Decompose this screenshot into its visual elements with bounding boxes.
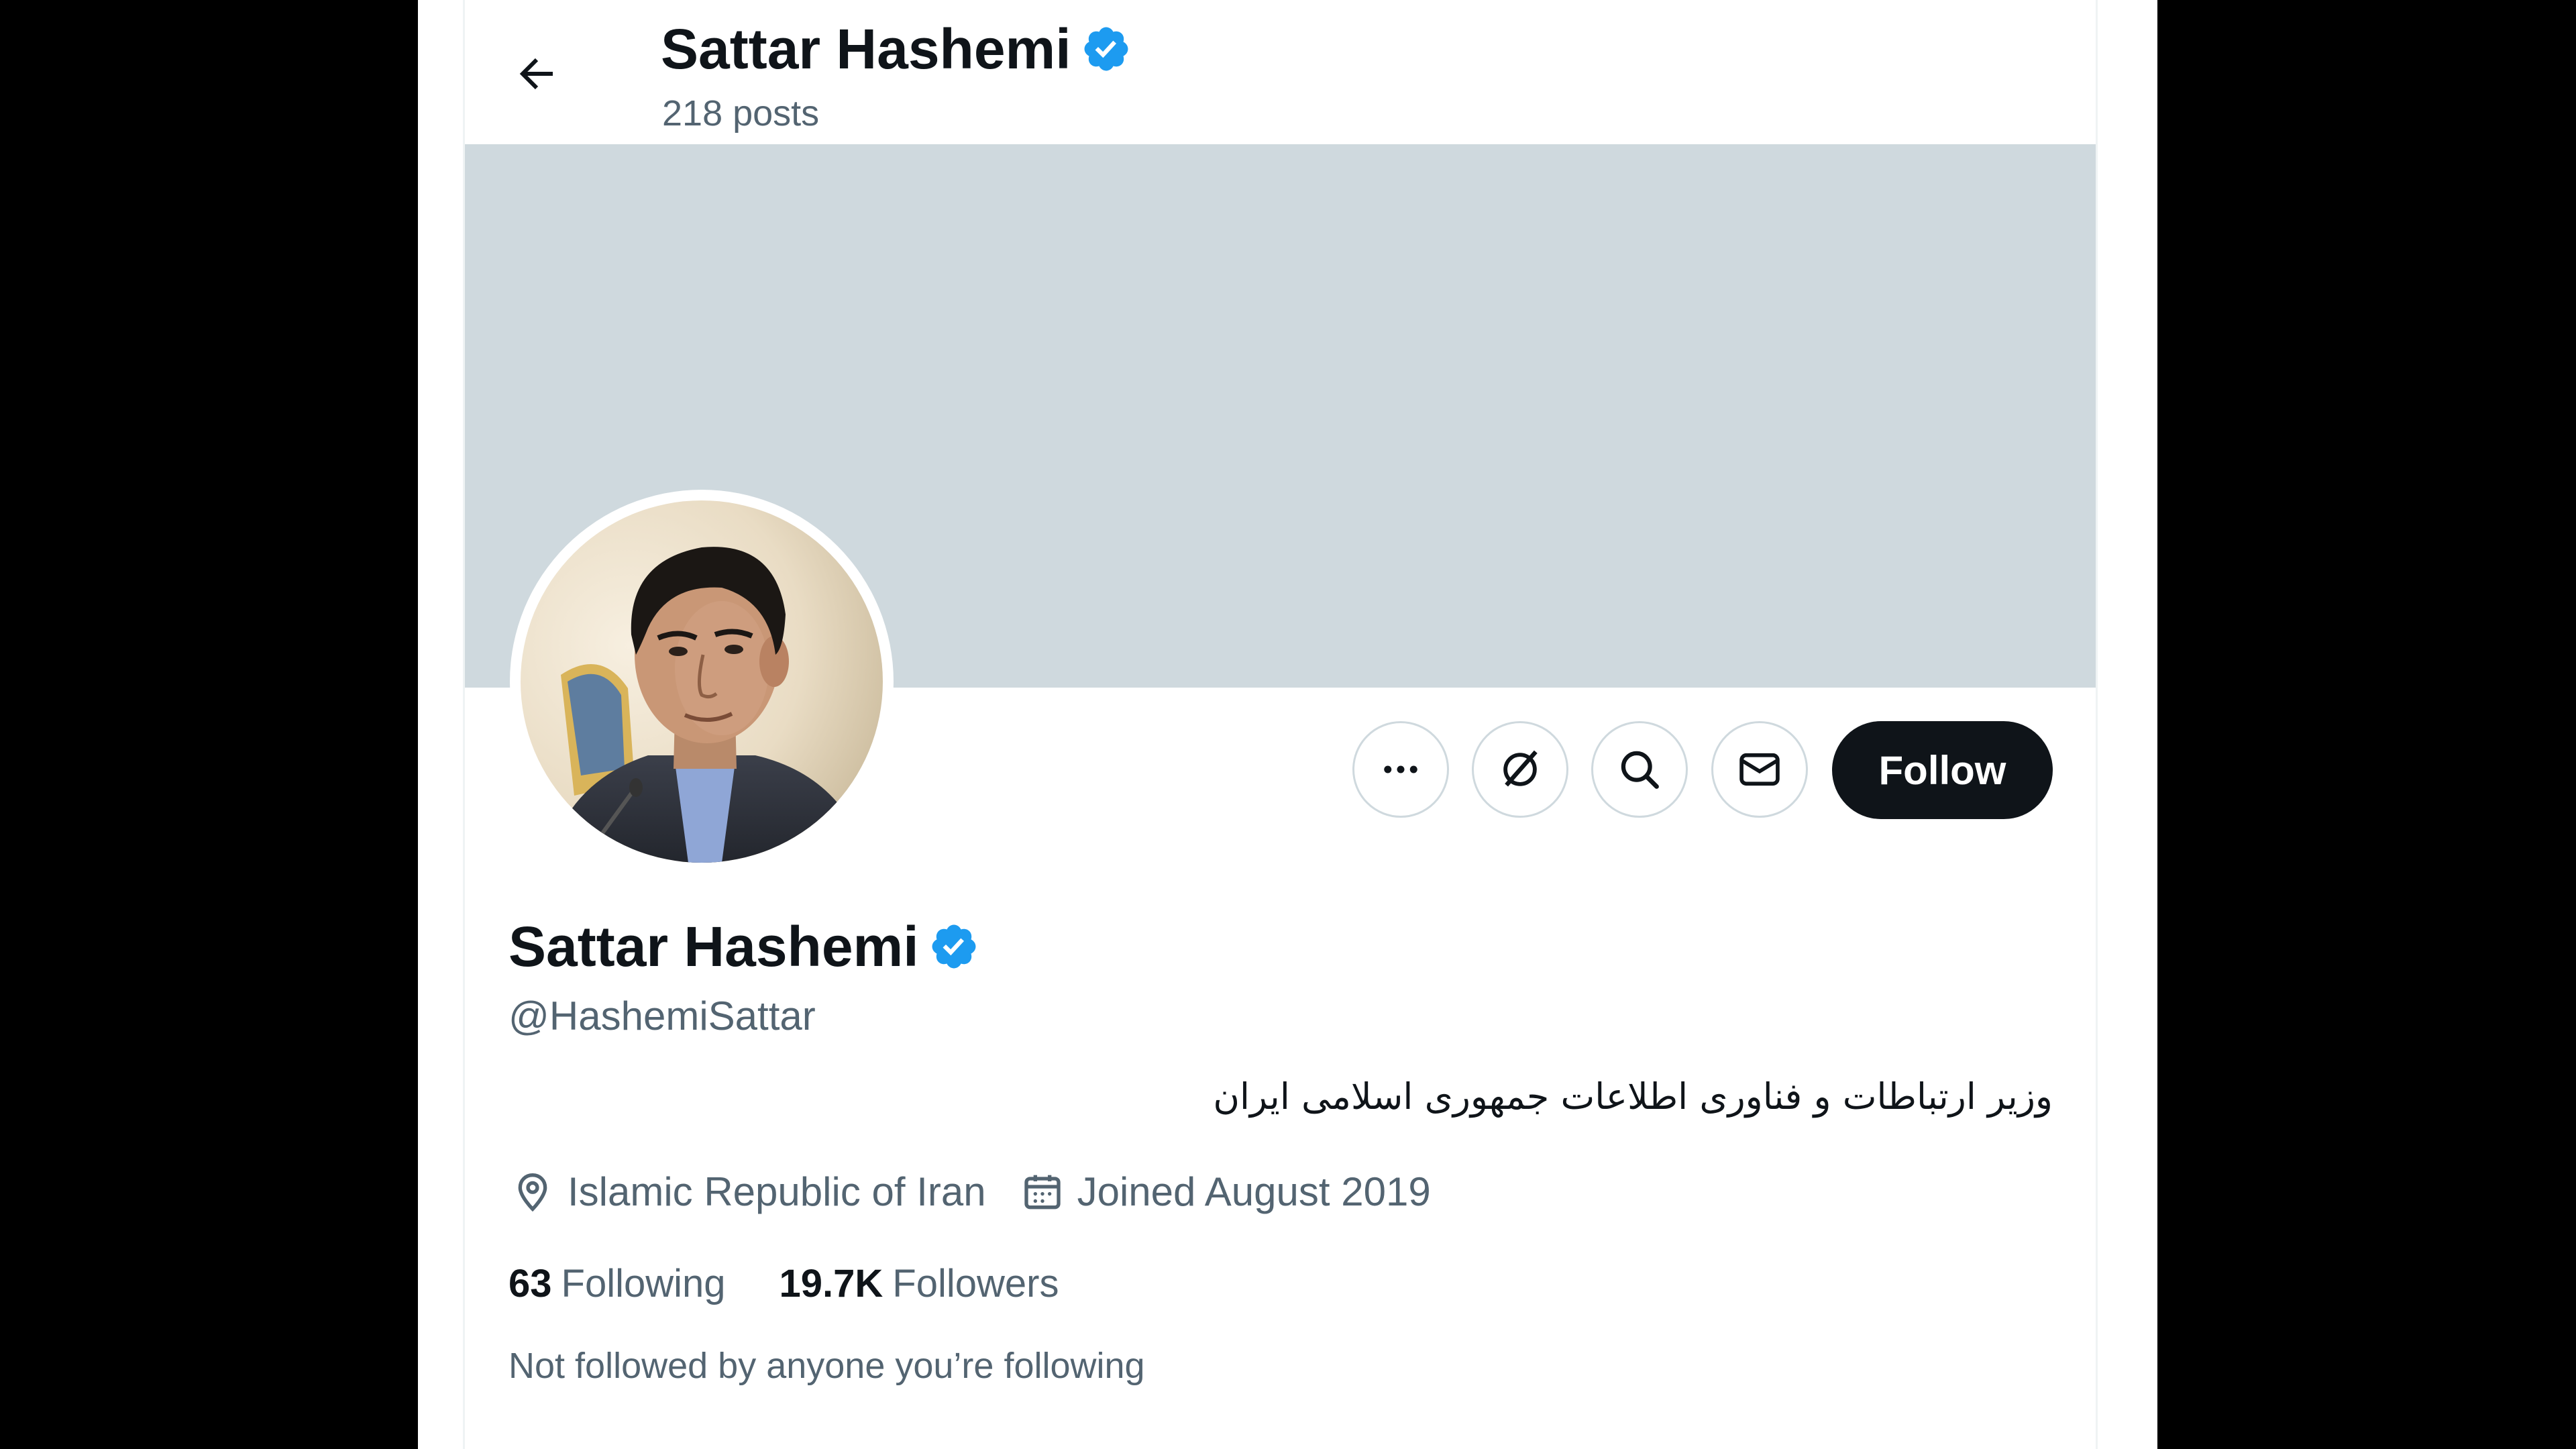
more-button[interactable] xyxy=(1352,721,1449,818)
profile-location: Islamic Republic of Iran xyxy=(568,1169,986,1214)
following-link[interactable]: 63 Following xyxy=(508,1261,726,1306)
message-button[interactable] xyxy=(1711,721,1808,818)
followers-count: 19.7K xyxy=(779,1262,883,1305)
avatar-photo xyxy=(521,500,883,863)
envelope-icon xyxy=(1739,753,1780,786)
calendar-icon xyxy=(1024,1175,1061,1209)
header-name: Sattar Hashemi xyxy=(661,17,1071,80)
following-label: Following xyxy=(561,1262,726,1305)
grok-button[interactable] xyxy=(1472,721,1568,818)
followers-label: Followers xyxy=(892,1262,1059,1305)
posts-count: 218 posts xyxy=(662,93,820,133)
followed-by-note: Not followed by anyone you’re following xyxy=(508,1346,1145,1386)
verified-badge-icon[interactable] xyxy=(928,921,979,972)
following-count: 63 xyxy=(508,1262,552,1305)
follow-button[interactable]: Follow xyxy=(1832,721,2053,819)
header-title-row: Sattar Hashemi xyxy=(661,12,1132,86)
follow-stats: 63 Following 19.7K Followers xyxy=(508,1261,1059,1306)
location-pin-icon xyxy=(518,1173,547,1212)
arrow-left-icon xyxy=(519,58,553,90)
profile-handle: @HashemiSattar xyxy=(508,994,816,1038)
search-button[interactable] xyxy=(1591,721,1688,818)
avatar[interactable] xyxy=(510,490,894,873)
profile-meta: Islamic Republic of Iran Joined August 2… xyxy=(511,1169,1431,1215)
followers-link[interactable]: 19.7K Followers xyxy=(780,1261,1059,1306)
verified-badge-icon xyxy=(1084,27,1128,71)
search-icon xyxy=(1621,751,1659,789)
more-horizontal-icon xyxy=(1384,765,1417,773)
back-button[interactable] xyxy=(503,40,570,107)
display-name: Sattar Hashemi xyxy=(508,915,919,978)
column-border-right xyxy=(2096,0,2098,1449)
profile-joined-date: Joined August 2019 xyxy=(1077,1169,1431,1214)
grok-icon xyxy=(1503,750,1538,787)
profile-name-row: Sattar Hashemi xyxy=(508,916,979,977)
profile-bio: وزیر ارتباطات و فناوری اطلاعات جمهوری اس… xyxy=(1213,1075,2053,1118)
